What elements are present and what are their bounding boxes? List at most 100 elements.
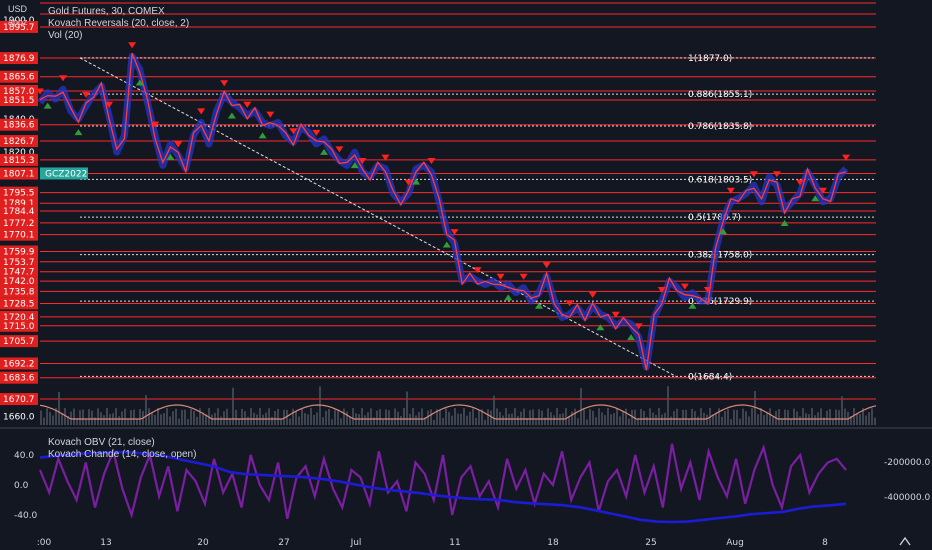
volume-bar [427, 410, 429, 425]
volume-bar [121, 411, 123, 425]
volume-bar [295, 411, 297, 425]
indicator-kovach-obv[interactable]: Kovach OBV (21, close) [48, 437, 155, 448]
volume-bar [163, 413, 165, 425]
reversal-down-marker [427, 157, 436, 164]
reversal-down-marker [128, 42, 137, 49]
volume-bar [463, 408, 465, 425]
volume-bar [364, 415, 366, 425]
volume-bar [655, 414, 657, 425]
volume-bar [841, 396, 843, 425]
reversal-up-marker [258, 132, 267, 139]
fib-label: 0.5(1780.7) [688, 213, 741, 223]
volume-bar [52, 415, 54, 425]
volume-bar [388, 410, 390, 425]
volume-bar [466, 415, 468, 425]
volume-bar [628, 418, 630, 425]
price-axis-label: 1777.2 [3, 219, 35, 229]
volume-bar [379, 409, 381, 425]
volume-bar [124, 408, 126, 425]
volume-bar [556, 408, 558, 425]
volume-bar [748, 416, 750, 425]
volume-bar [361, 408, 363, 425]
chart-title[interactable]: Gold Futures, 30, COMEX [48, 6, 165, 17]
volume-bar [271, 416, 273, 425]
volume-bar [148, 408, 150, 425]
volume-bar [184, 409, 186, 425]
volume-bar [586, 419, 588, 425]
reversal-down-marker [542, 262, 551, 269]
volume-bar [244, 411, 246, 425]
volume-bar [694, 411, 696, 425]
price-axis-label: 1715.0 [3, 322, 35, 332]
volume-bar [646, 416, 648, 425]
volume-bar [313, 415, 315, 425]
volume-bar [190, 408, 192, 425]
volume-bar [502, 415, 504, 425]
indicator-kovach-reversals[interactable]: Kovach Reversals (20, close, 2) [48, 18, 189, 29]
osc-axis-label: -40.0 [14, 511, 38, 521]
volume-bar [136, 419, 138, 425]
x-axis-label: 8 [822, 538, 828, 548]
indicator-volume[interactable]: Vol (20) [48, 30, 82, 41]
volume-bar [643, 410, 645, 425]
volume-bar [820, 408, 822, 425]
volume-bar [217, 408, 219, 425]
currency-label: USD [8, 4, 28, 14]
fib-label: 1(1877.0) [688, 54, 732, 64]
volume-bar [238, 418, 240, 425]
volume-bar [829, 409, 831, 425]
volume-bar [685, 409, 687, 425]
reversal-up-marker [227, 112, 236, 119]
volume-bar [154, 414, 156, 425]
volume-bar [133, 409, 135, 425]
volume-bar [487, 409, 489, 425]
volume-bar [856, 413, 858, 425]
volume-bar [751, 408, 753, 425]
volume-bar [577, 418, 579, 425]
volume-bar [724, 411, 726, 425]
volume-bar [352, 408, 354, 425]
volume-bar [649, 408, 651, 425]
volume-bar [340, 418, 342, 425]
volume-bar [448, 411, 450, 425]
volume-bar [292, 408, 294, 425]
volume-bar [706, 414, 708, 425]
volume-bar [793, 408, 795, 425]
volume-bar [235, 409, 237, 425]
reversal-down-marker [519, 273, 528, 280]
volume-bar [334, 409, 336, 425]
osc-axis-label: 40.0 [14, 451, 34, 461]
price-axis-label: 1728.5 [3, 299, 35, 309]
volume-bar [874, 417, 876, 425]
volume-bar [547, 408, 549, 425]
volume-bar [310, 408, 312, 425]
volume-bar [280, 419, 282, 425]
volume-bar [442, 417, 444, 425]
volume-bar [145, 395, 147, 425]
volume-bar [730, 419, 732, 425]
volume-bar [220, 416, 222, 425]
volume-bar [472, 408, 474, 425]
volume-bar [763, 414, 765, 425]
volume-bar [583, 409, 585, 425]
price-axis-label: 1876.9 [3, 54, 35, 64]
x-axis-label: 18 [547, 538, 559, 548]
indicator-kovach-chande[interactable]: Kovach Chande (14, close, open) [48, 449, 196, 460]
volume-bar [610, 414, 612, 425]
volume-bar [871, 408, 873, 425]
volume-bar [394, 408, 396, 425]
x-axis-label: 11 [449, 538, 460, 548]
volume-bar [553, 415, 555, 425]
volume-bar [229, 418, 231, 425]
volume-bar [733, 409, 735, 425]
volume-bar [835, 409, 837, 425]
volume-bar [211, 414, 213, 425]
volume-bar [445, 408, 447, 425]
user-label: apoz [8, 17, 28, 27]
volume-bar [679, 418, 681, 425]
volume-bar [625, 408, 627, 425]
volume-bar [859, 413, 861, 425]
volume-bar [85, 419, 87, 425]
volume-bar [592, 410, 594, 425]
volume-bar [178, 418, 180, 425]
